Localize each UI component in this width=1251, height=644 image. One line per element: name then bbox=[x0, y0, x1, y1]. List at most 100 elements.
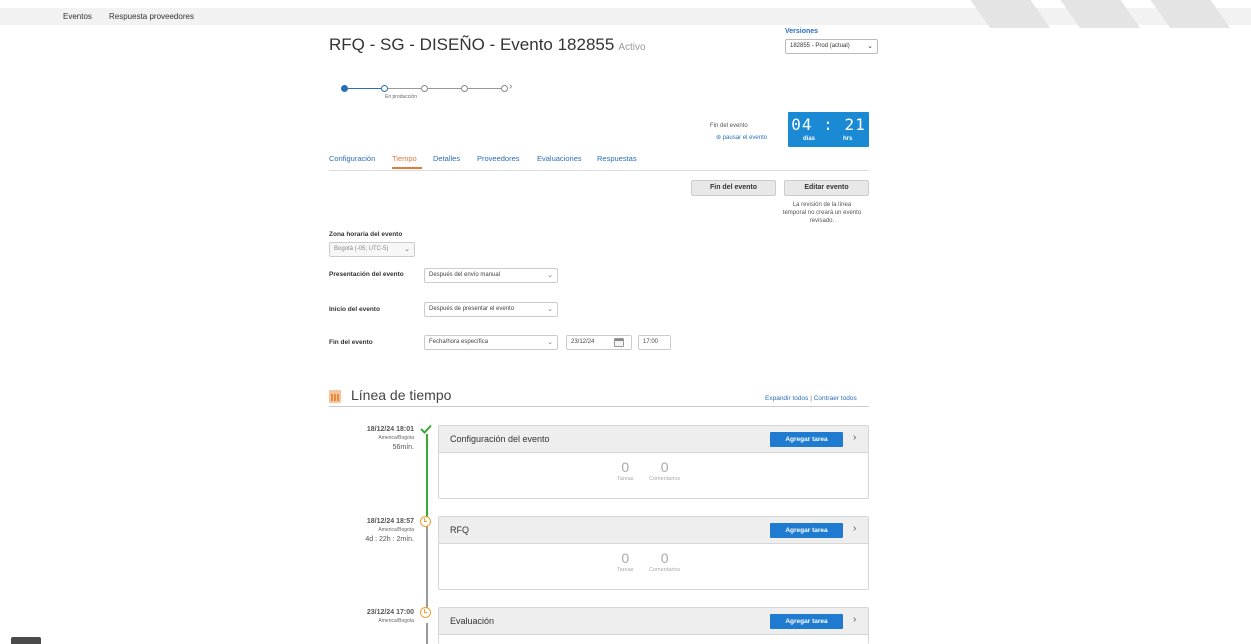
chevron-down-icon: ⌄ bbox=[547, 306, 553, 313]
tab-tiempo[interactable]: Tiempo bbox=[392, 154, 417, 163]
stepper-dot-3[interactable] bbox=[421, 85, 428, 92]
end-time-input[interactable]: 17:00 bbox=[638, 335, 671, 350]
tasks-label: Tareas bbox=[617, 476, 634, 482]
event-tabs: Configuración Tiempo Detalles Proveedore… bbox=[329, 153, 869, 171]
add-task-button[interactable]: Agregar tarea bbox=[770, 614, 843, 629]
stage-card-header[interactable]: Evaluación Agregar tarea › bbox=[439, 608, 868, 635]
status-badge: Activo bbox=[618, 42, 646, 53]
versions-select[interactable]: 182855 - Prod (actual) ⌄ bbox=[785, 39, 878, 54]
page-title: RFQ - SG - DISEÑO - Evento 182855 Activo bbox=[329, 35, 646, 55]
stage-1-timezone: America/Bogota bbox=[378, 435, 414, 441]
tab-configuracion[interactable]: Configuración bbox=[329, 154, 375, 163]
tasks-count: 0 bbox=[621, 459, 630, 475]
tab-proveedores[interactable]: Proveedores bbox=[477, 154, 520, 163]
tab-respuestas[interactable]: Respuestas bbox=[597, 154, 637, 163]
countdown-timer: 04 : 21 días hrs bbox=[788, 112, 869, 147]
check-icon bbox=[420, 424, 432, 434]
nav-events-link[interactable]: Eventos bbox=[63, 12, 92, 21]
expand-all-link[interactable]: Expandir todos bbox=[765, 395, 808, 402]
comments-stat: 0 Comentarios bbox=[649, 459, 680, 482]
corner-widget-tab[interactable] bbox=[11, 637, 41, 644]
stage-card-body: 0 Tareas 0 Comentarios bbox=[439, 544, 868, 589]
comments-stat: 0 Comentarios bbox=[649, 550, 680, 573]
clock-icon bbox=[420, 607, 431, 618]
stepper-line bbox=[428, 88, 461, 89]
event-title: RFQ - SG - DISEÑO - Evento 182855 bbox=[329, 35, 615, 54]
stage-1-date: 18/12/24 18:01 bbox=[366, 426, 414, 433]
collapse-all-link[interactable]: Contraer todos bbox=[814, 395, 857, 402]
comments-count: 0 bbox=[660, 459, 669, 475]
pause-event-link[interactable]: ⊛ pausar el evento bbox=[716, 134, 767, 141]
end-type-select[interactable]: Fecha/hora específica ⌄ bbox=[424, 335, 558, 350]
stepper-dot-1[interactable] bbox=[341, 85, 348, 92]
stage-2-date: 18/12/24 18:57 bbox=[366, 518, 414, 525]
countdown-digits: 04 : 21 bbox=[791, 115, 866, 134]
end-date-value: 23/12/24 bbox=[571, 339, 595, 345]
tasks-label: Tareas bbox=[617, 567, 634, 573]
end-type-value: Fecha/hora específica bbox=[429, 339, 489, 345]
stepper-line bbox=[348, 88, 381, 89]
tab-evaluaciones[interactable]: Evaluaciones bbox=[537, 154, 582, 163]
stage-1-time: 18/12/24 18:01 America/Bogota 56mín. bbox=[318, 426, 414, 451]
end-label: Fin del evento bbox=[329, 339, 373, 346]
stepper-dot-4[interactable] bbox=[461, 85, 468, 92]
presentation-value: Después del envío manual bbox=[429, 272, 501, 278]
stepper-current-label: En producción bbox=[385, 94, 417, 100]
stage-2-timezone: America/Bogota bbox=[378, 527, 414, 533]
stage-card-header[interactable]: Configuración del evento Agregar tarea › bbox=[439, 426, 868, 453]
calendar-icon[interactable] bbox=[614, 338, 624, 347]
add-task-button[interactable]: Agregar tarea bbox=[770, 432, 843, 447]
active-tab-indicator bbox=[392, 167, 422, 169]
stage-3-time: 23/12/24 17:00 America/Bogota bbox=[318, 609, 414, 624]
stage-card-body: 0 Tareas 0 Comentarios bbox=[439, 453, 868, 498]
tasks-count: 0 bbox=[621, 550, 630, 566]
stage-1-duration: 56mín. bbox=[392, 444, 414, 451]
stage-3-date: 23/12/24 17:00 bbox=[366, 609, 414, 616]
stage-2-time: 18/12/24 18:57 America/Bogota 4d : 22h :… bbox=[318, 518, 414, 543]
stage-card-title: Configuración del evento bbox=[450, 434, 550, 444]
start-label: Inicio del evento bbox=[329, 306, 380, 313]
comments-label: Comentarios bbox=[649, 476, 681, 482]
stepper-dot-5[interactable] bbox=[501, 85, 508, 92]
versions-label: Versiones bbox=[785, 28, 819, 35]
countdown-hours-unit: hrs bbox=[843, 136, 853, 142]
timeline-line-done bbox=[426, 434, 428, 524]
stepper-line bbox=[468, 88, 501, 89]
stage-card-header[interactable]: RFQ Agregar tarea › bbox=[439, 517, 868, 544]
chevron-down-icon: ⌄ bbox=[404, 246, 410, 253]
tab-detalles[interactable]: Detalles bbox=[433, 154, 460, 163]
chevron-down-icon: ⌄ bbox=[547, 272, 553, 279]
timezone-label: Zona horaria del evento bbox=[329, 231, 403, 238]
edit-note: La revisión de la línea temporal no crea… bbox=[782, 202, 862, 224]
stepper-dot-2[interactable] bbox=[381, 85, 388, 92]
event-panel: RFQ - SG - DISEÑO - Evento 182855 Activo … bbox=[318, 25, 880, 644]
stage-card-configuracion: Configuración del evento Agregar tarea ›… bbox=[438, 425, 869, 499]
edit-event-button[interactable]: Editar evento bbox=[784, 180, 869, 196]
end-date-input[interactable]: 23/12/24 bbox=[566, 335, 632, 350]
stage-3-timezone: America/Bogota bbox=[378, 618, 414, 624]
timeline-line-pending bbox=[426, 623, 428, 644]
stage-2-duration: 4d : 22h : 2mín. bbox=[365, 536, 414, 543]
end-event-button[interactable]: Fin del evento bbox=[691, 180, 776, 196]
timezone-select[interactable]: Bogotá (-05; UTC-5) ⌄ bbox=[329, 242, 415, 257]
start-select[interactable]: Después de presentar el evento ⌄ bbox=[424, 302, 558, 317]
chevron-right-icon[interactable]: › bbox=[853, 432, 856, 443]
timeline-title: Línea de tiempo bbox=[351, 387, 452, 403]
chevron-down-icon: ⌄ bbox=[867, 43, 873, 50]
tasks-stat: 0 Tareas bbox=[617, 459, 634, 482]
start-value: Después de presentar el evento bbox=[429, 306, 515, 312]
timeline-line-pending bbox=[426, 525, 428, 615]
timeline-divider bbox=[329, 406, 869, 407]
chevron-right-icon: › bbox=[509, 81, 513, 92]
timeline-calendar-icon bbox=[329, 390, 341, 403]
decorative-stripes bbox=[921, 0, 1251, 28]
presentation-select[interactable]: Después del envío manual ⌄ bbox=[424, 268, 558, 283]
chevron-down-icon: ⌄ bbox=[547, 339, 553, 346]
nav-responses-link[interactable]: Respuesta proveedores bbox=[109, 12, 194, 21]
tasks-stat: 0 Tareas bbox=[617, 550, 634, 573]
chevron-right-icon[interactable]: › bbox=[853, 614, 856, 625]
chevron-right-icon[interactable]: › bbox=[853, 523, 856, 534]
timezone-value: Bogotá (-05; UTC-5) bbox=[334, 246, 389, 252]
add-task-button[interactable]: Agregar tarea bbox=[770, 523, 843, 538]
timeline-toggle-links: Expandir todos | Contraer todos bbox=[765, 395, 857, 402]
